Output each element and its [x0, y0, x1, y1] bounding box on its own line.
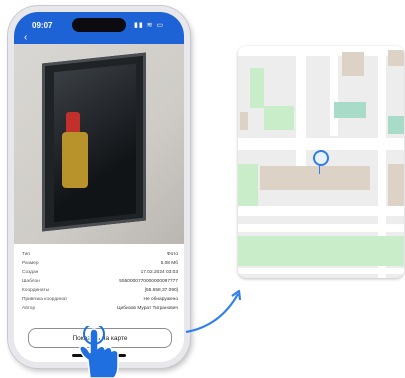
- status-icons: ▮▮ ≋ ▭: [134, 22, 165, 29]
- detail-key: Автор: [22, 306, 36, 311]
- photo-preview[interactable]: [14, 44, 184, 244]
- status-bar: 09:07 ▮▮ ≋ ▭: [14, 12, 184, 44]
- map-building: [388, 164, 404, 206]
- map-road: [238, 138, 404, 150]
- detail-value: 5550000770000000097777: [119, 279, 178, 284]
- detail-key: Размер: [22, 261, 39, 266]
- map-building: [388, 50, 404, 66]
- detail-row-author: Автор Цибизов Мурат Тигранович: [22, 306, 178, 315]
- map-building: [240, 112, 248, 130]
- map-park: [238, 236, 404, 266]
- detail-value: [55.658,37.090]: [144, 288, 178, 293]
- map-park: [264, 106, 294, 130]
- detail-row-type: Тип Фото: [22, 252, 178, 261]
- detail-value: Цибизов Мурат Тигранович: [116, 306, 178, 311]
- location-pin-tail: [319, 164, 320, 174]
- detail-value: Фото: [166, 252, 178, 257]
- status-time: 09:07: [32, 21, 53, 30]
- map-teal-block: [388, 116, 404, 134]
- map-building: [342, 52, 364, 76]
- map-building: [260, 166, 370, 190]
- phone-screen: 09:07 ▮▮ ≋ ▭ ‹ Тип Фото Размер 5.08 Mб С…: [14, 12, 184, 362]
- location-pin-icon[interactable]: [313, 150, 329, 166]
- detail-row-created: Создан 17.02.2024 03:03: [22, 270, 178, 279]
- detail-value: 17.02.2024 03:03: [140, 270, 178, 275]
- detail-row-template: Шаблон 5550000770000000097777: [22, 279, 178, 288]
- detail-key: Привязка координат: [22, 297, 68, 302]
- phone-mockup: 09:07 ▮▮ ≋ ▭ ‹ Тип Фото Размер 5.08 Mб С…: [8, 6, 190, 368]
- detail-row-coord-binding: Привязка координат Не обнаружено: [22, 297, 178, 306]
- dynamic-island: [72, 18, 126, 32]
- map-park: [250, 68, 264, 108]
- map-view[interactable]: [238, 46, 404, 278]
- detail-key: Координаты: [22, 288, 50, 293]
- back-icon[interactable]: ‹: [24, 32, 27, 43]
- detail-value: 5.08 Mб: [160, 261, 178, 266]
- map-road: [238, 268, 404, 274]
- map-road: [238, 224, 404, 232]
- detail-row-size: Размер 5.08 Mб: [22, 261, 178, 270]
- map-road: [238, 206, 404, 216]
- curved-arrow-icon: [185, 289, 242, 334]
- extinguisher-yellow: [62, 132, 88, 188]
- detail-row-coordinates: Координаты [55.658,37.090]: [22, 288, 178, 297]
- map-park: [238, 164, 258, 206]
- detail-value: Не обнаружено: [143, 297, 178, 302]
- pointing-hand-icon: [79, 326, 119, 378]
- map-road: [330, 46, 338, 136]
- detail-key: Создан: [22, 270, 39, 275]
- map-teal-block: [334, 102, 366, 118]
- detail-key: Тип: [22, 252, 30, 257]
- detail-key: Шаблон: [22, 279, 40, 284]
